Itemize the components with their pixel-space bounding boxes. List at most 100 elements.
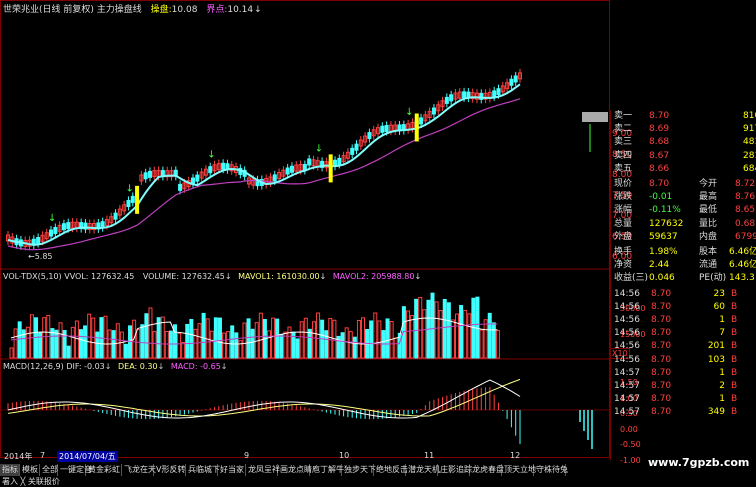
signal-bar [414,113,419,142]
volume-bar [42,317,47,359]
volume-bar [316,312,321,359]
tick-time: 14:57 [614,367,640,378]
candle-body [195,174,200,182]
stat-label: 涨幅 [614,205,633,216]
chart-canvas[interactable]: ↓ ↓ ↓ ↓ ↓ [0,0,611,458]
fund-label: 收益(三) [614,273,649,284]
ask-price: 8.67 [649,150,670,161]
tick-price: 8.70 [651,301,672,312]
volume-bar [410,315,415,359]
volume-bar [213,317,218,359]
indicator-tab[interactable]: 守株待兔 [534,464,568,476]
indicator-tab[interactable]: 顶天立地 [502,464,536,476]
volume-bar [414,298,419,359]
kline-chart-area[interactable]: ↓ ↓ ↓ ↓ ↓ [0,0,611,458]
volume-bar [361,317,366,359]
indicator-tab[interactable]: 一键定音 [58,464,92,476]
volume-bar [25,326,30,359]
stat-value: 127632 [649,218,684,229]
tick-direction: B [731,301,738,312]
volume-bar [226,331,231,359]
volume-bar [13,328,18,359]
indicator-tab[interactable]: 好当家 [218,464,246,476]
volume-bar [152,331,157,359]
stat-label: 现价 [614,179,633,189]
tick-direction: B [731,367,738,378]
volume-bar [348,331,353,359]
volume-bar [140,324,145,359]
candle-body [126,199,131,207]
stat-label: 量比 [699,218,718,229]
indicator-tab[interactable]: 全部 [40,464,58,476]
date-month-9: 9 [244,451,250,460]
volume-bar [123,343,128,359]
candle-body [289,165,294,173]
indicator-tab[interactable]: 龙凤呈祥 [246,464,280,476]
buy-signal-arrow: ↓ [207,150,215,161]
header-arrow: ↓ [254,5,262,15]
volume-bar [373,312,378,359]
candle-body [66,222,71,230]
candle-body [61,223,66,231]
indicator-tab[interactable]: 兵临城下 [186,464,220,476]
indicator-tab[interactable]: 飞龙在天 [122,464,156,476]
low-price-marker: ←5.85 [28,252,53,261]
volume-bar [58,322,63,359]
indicator-tab[interactable]: 龙虎春盘 [470,464,504,476]
mavol2-value: MAVOL2: 205988.80 [332,272,415,281]
stat-value: 8.76 [735,192,756,203]
candle-body [350,147,355,155]
selected-date[interactable]: 2014/07/04/五 [57,451,118,462]
indicator-tab[interactable]: 模板 [20,464,40,476]
indicator-tab[interactable]: 指标 [0,464,20,476]
indicator-tab[interactable]: 潜龙天机 [406,464,440,476]
fund-value: 2.44 [649,260,670,271]
candle-body [354,143,359,151]
tick-price: 8.70 [651,315,672,325]
tick-price: 8.70 [651,407,672,418]
volume-bar [267,330,272,359]
tick-direction: B [731,288,738,299]
volume-bar [450,319,455,359]
ask-price: 8.68 [649,137,670,148]
stat-label: 涨跌 [614,192,633,203]
volume-bar [434,301,439,359]
stat-label: 最低 [699,205,718,216]
candle-body [496,88,501,96]
indicator-tab[interactable]: 庄影追踪 [438,464,472,476]
bottom-tab[interactable]: 署入 ╳ 关联报价 [2,477,60,487]
indicator-tab[interactable]: 黄金彩虹 [86,464,122,476]
candle-body [272,174,277,182]
volume-bar [459,305,464,359]
volume-bar [446,302,451,359]
volume-bar [463,309,468,359]
volume-bar [455,313,460,359]
volume-bar [17,321,22,359]
volume-bar [9,347,14,359]
candle-body [419,117,424,125]
stat-label: 总量 [614,218,633,229]
volume-bar [234,332,239,359]
ask-volume: 481 [743,137,756,148]
indicator-tab[interactable]: 画龙点睛 [278,464,312,476]
stat-value: 8.72 [735,179,756,189]
volume-bar [344,327,349,359]
date-month-11: 11 [424,451,435,460]
fund-label: 换手 [614,247,633,257]
indicator-tab[interactable]: 独步天下 [342,464,376,476]
fund-label: 净资 [614,260,633,271]
volume-bar [193,328,198,359]
tick-time: 14:56 [614,301,640,312]
candle-body [178,183,183,191]
volume-bar [307,328,312,359]
candle-body [208,166,213,174]
volume-bar [430,292,435,359]
indicator-tab[interactable]: 庖丁解牛 [310,464,344,476]
indicator-tab[interactable]: 绝地反击 [374,464,408,476]
tick-time: 14:56 [614,328,640,339]
tick-price: 8.70 [651,328,672,339]
indicator-tab[interactable]: V形反转 [154,464,186,476]
candle-body [384,124,389,132]
fund-value: 0.046 [649,273,675,284]
candle-body [285,167,290,175]
